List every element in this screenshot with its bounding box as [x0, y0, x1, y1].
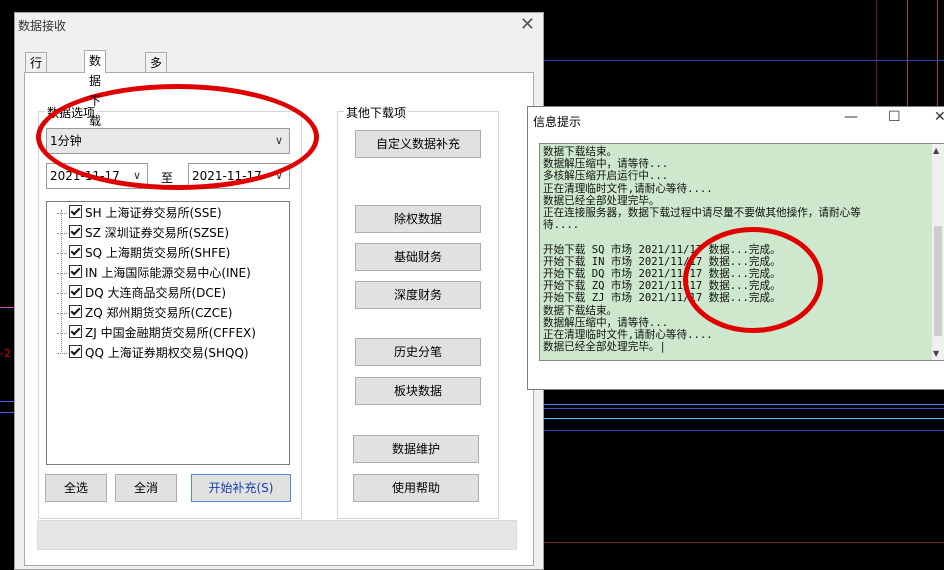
data-maintenance-button[interactable]: 数据维护 — [353, 435, 479, 463]
market-item-zj[interactable]: ZJ 中国金融期货交易所(CFFEX) — [57, 323, 256, 343]
log-textarea[interactable]: 数据下载结束。 数据解压缩中，请等待... 多核解压缩开启运行中... 正在清理… — [539, 143, 944, 361]
market-item-dq[interactable]: DQ 大连商品交易所(DCE) — [57, 283, 226, 303]
period-select[interactable]: 1分钟 ∨ — [46, 128, 290, 154]
scroll-down-icon[interactable]: ▼ — [933, 349, 939, 358]
chart-line — [937, 0, 938, 106]
market-item-qq[interactable]: QQ 上海证券期权交易(SHQQ) — [57, 343, 249, 363]
scroll-thumb[interactable] — [934, 226, 942, 336]
chart-line — [544, 408, 944, 409]
chevron-down-icon: ∨ — [274, 169, 283, 182]
chart-line — [544, 430, 944, 431]
tab-quote-connection[interactable]: 行情连接 — [25, 52, 48, 130]
sector-data-button[interactable]: 板块数据 — [355, 377, 481, 405]
select-all-button[interactable]: 全选 — [45, 474, 107, 502]
start-date-picker[interactable]: 2021-11-17 ∨ — [46, 163, 148, 189]
checkbox-checked[interactable] — [69, 325, 82, 338]
tick-history-button[interactable]: 历史分笔 — [355, 338, 481, 366]
chart-line — [0, 412, 14, 413]
chart-line — [0, 401, 14, 402]
checkbox-checked[interactable] — [69, 345, 82, 358]
chart-line — [0, 307, 14, 308]
maximize-icon[interactable]: ☐ — [888, 109, 901, 125]
checkbox-checked[interactable] — [69, 285, 82, 298]
end-date-picker[interactable]: 2021-11-17 ∨ — [188, 163, 290, 189]
checkbox-checked[interactable] — [69, 205, 82, 218]
log-text: 数据下载结束。 数据解压缩中，请等待... 多核解压缩开启运行中... 正在清理… — [543, 146, 861, 354]
other-downloads-label: 其他下载项 — [344, 104, 409, 121]
vertical-scrollbar[interactable]: ▲ ▼ — [931, 144, 944, 360]
info-window: 信息提示 — ☐ ✕ 数据下载结束。 数据解压缩中，请等待... 多核解压缩开启… — [527, 106, 944, 390]
deselect-all-button[interactable]: 全消 — [115, 474, 177, 502]
chevron-down-icon: ∨ — [132, 169, 141, 182]
market-item-zq[interactable]: ZQ 郑州期货交易所(CZCE) — [57, 303, 232, 323]
market-item-in[interactable]: IN 上海国际能源交易中心(INE) — [57, 263, 251, 283]
dialog-title: 数据接收 — [18, 19, 67, 33]
chart-line — [544, 542, 944, 543]
to-label: 至 — [161, 171, 174, 185]
market-item-sh[interactable]: SH 上海证券交易所(SSE) — [57, 203, 222, 223]
ex-rights-data-button[interactable]: 除权数据 — [355, 205, 481, 233]
start-fill-button[interactable]: 开始补充(S) — [191, 474, 291, 502]
chart-line — [544, 404, 944, 405]
checkbox-checked[interactable] — [69, 225, 82, 238]
checkbox-checked[interactable] — [69, 245, 82, 258]
start-date-value: 2021-11-17 — [50, 169, 120, 183]
chart-line — [544, 60, 944, 61]
other-downloads-group: 其他下载项 自定义数据补充 除权数据 基础财务 深度财务 历史分笔 板块数据 数… — [337, 104, 499, 519]
period-value: 1分钟 — [50, 134, 82, 148]
custom-data-fill-button[interactable]: 自定义数据补充 — [355, 130, 481, 158]
info-window-title: 信息提示 — [533, 115, 582, 129]
market-list: SH 上海证券交易所(SSE) SZ 深圳证券交易所(SZSE) SQ 上海期货… — [46, 201, 290, 465]
deep-finance-button[interactable]: 深度财务 — [355, 281, 481, 309]
close-icon[interactable]: ✕ — [934, 109, 944, 125]
market-item-sz[interactable]: SZ 深圳证券交易所(SZSE) — [57, 223, 229, 243]
minimize-icon[interactable]: — — [844, 109, 858, 125]
chevron-down-icon: ∨ — [274, 134, 283, 147]
data-options-group: 数据选项 1分钟 ∨ 2021-11-17 ∨ 至 2021-11-17 ∨ S… — [38, 104, 302, 519]
data-receive-dialog: 数据接收 ✕ 行情连接 数据下载 多档订阅 数据选项 1分钟 ∨ 2021-11… — [14, 12, 544, 570]
download-tab-panel: 数据选项 1分钟 ∨ 2021-11-17 ∨ 至 2021-11-17 ∨ S… — [24, 72, 534, 566]
chart-line — [907, 0, 908, 106]
close-button[interactable]: ✕ — [520, 15, 535, 35]
chart-line — [544, 418, 944, 419]
scroll-up-icon[interactable]: ▲ — [933, 146, 939, 155]
checkbox-checked[interactable] — [69, 305, 82, 318]
tab-multi-level-subscribe[interactable]: 多档订阅 — [145, 52, 168, 130]
end-date-value: 2021-11-17 — [192, 169, 262, 183]
market-item-sq[interactable]: SQ 上海期货交易所(SHFE) — [57, 243, 230, 263]
start-fill-label: 开始补充(S) — [208, 481, 274, 495]
help-button[interactable]: 使用帮助 — [353, 474, 479, 502]
basic-finance-button[interactable]: 基础财务 — [355, 243, 481, 271]
progress-bar — [37, 520, 517, 550]
checkbox-checked[interactable] — [69, 265, 82, 278]
chart-axis-label: -2 — [0, 347, 11, 360]
chart-line — [876, 0, 877, 106]
tab-data-download[interactable]: 数据下载 — [84, 50, 107, 128]
